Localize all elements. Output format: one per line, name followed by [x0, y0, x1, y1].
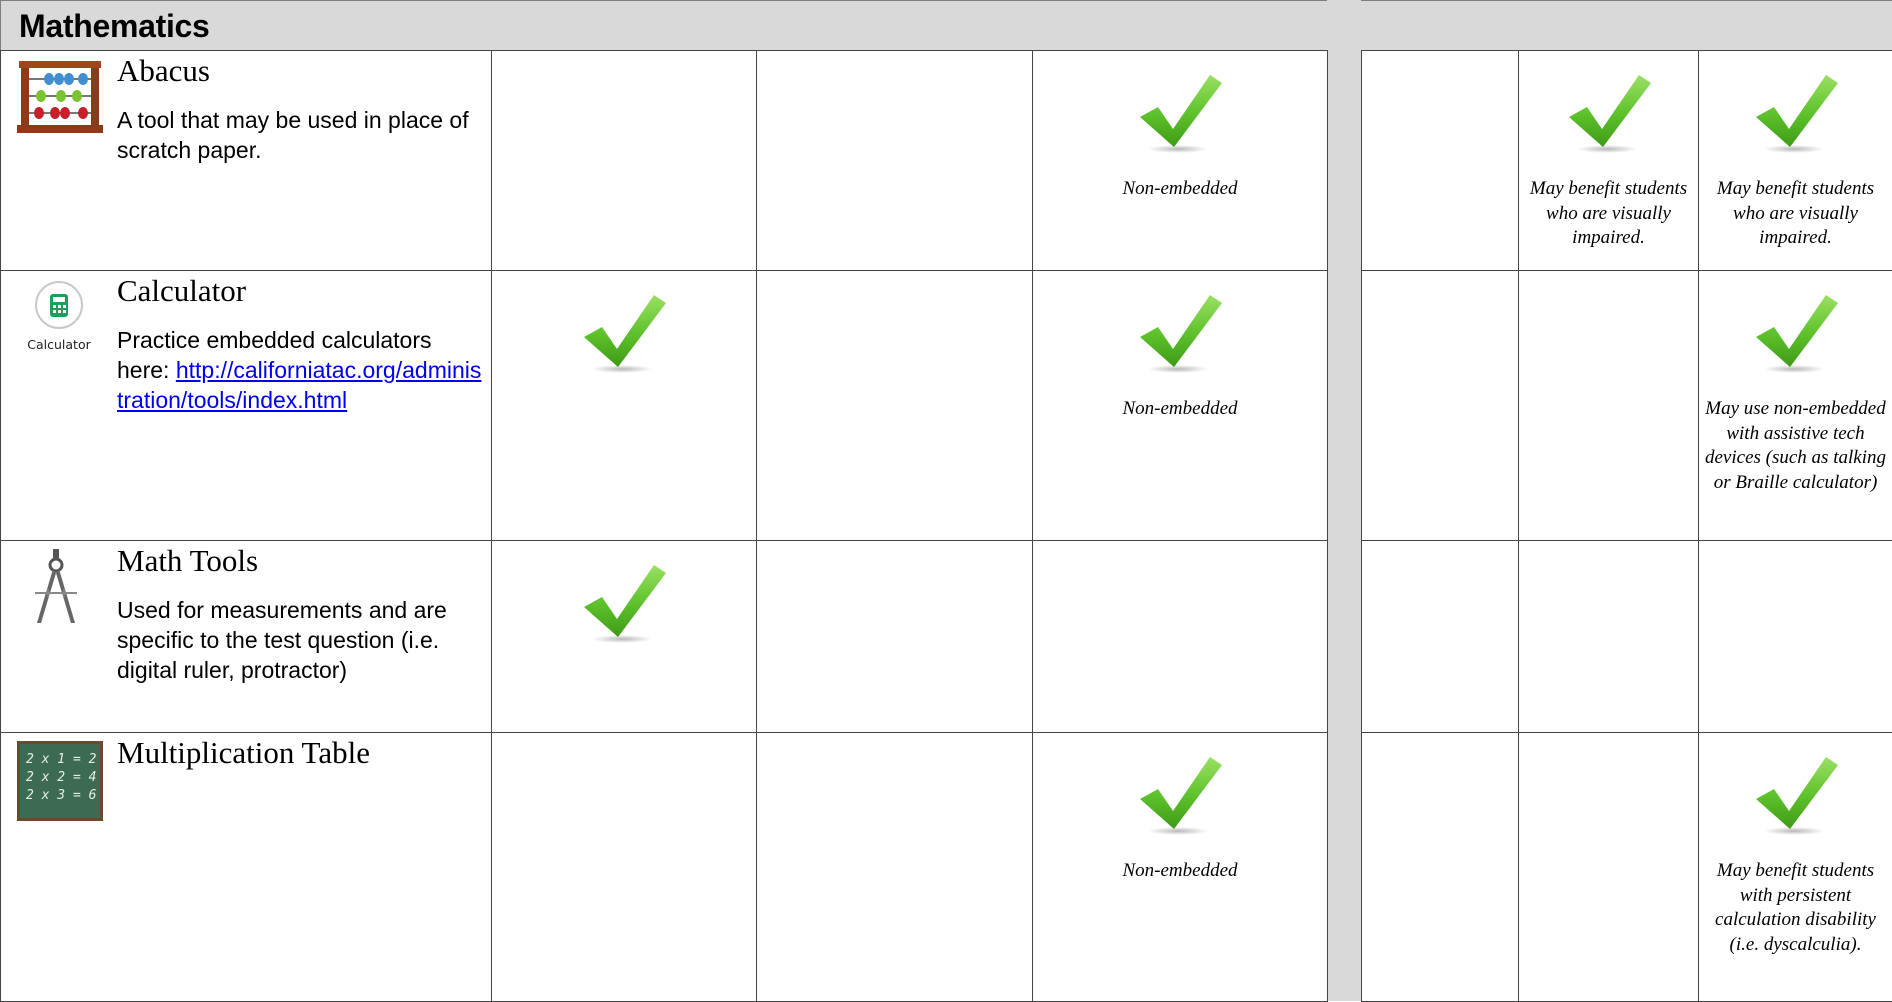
practice-calculators-link[interactable]: http://californiatac.org/administration/… — [117, 357, 481, 413]
cell-note: Non-embedded — [1037, 859, 1323, 884]
calculator-icon-label: Calculator — [27, 337, 91, 352]
tools-table-right: May benefit students who are visually im… — [1361, 50, 1892, 1002]
cell-r3-c6 — [1519, 541, 1699, 733]
cell-r4-c6 — [1519, 733, 1699, 1002]
cell-note: May use non-embedded with assistive tech… — [1703, 397, 1888, 495]
checkmark-icon — [582, 563, 666, 645]
calculator-icon: Calculator — [23, 277, 101, 353]
checkmark-icon — [1567, 73, 1651, 155]
section-header-bar-right — [1361, 0, 1892, 50]
cell-r4-c2 — [492, 733, 757, 1002]
tool-name: Math Tools — [117, 541, 258, 581]
cell-note: May benefit students with persistent cal… — [1703, 859, 1888, 957]
checkmark-icon — [582, 293, 666, 375]
cell-r3-c5 — [1362, 541, 1519, 733]
compass-icon — [31, 549, 81, 625]
table-row-calculator: Calculator Calculator Practice embedded … — [1, 271, 1328, 541]
chalkboard-line: 2 x 2 = 4 — [26, 770, 96, 785]
table-row-calculator: May use non-embedded with assistive tech… — [1362, 271, 1892, 541]
cell-note: May benefit students who are visually im… — [1703, 177, 1888, 251]
cell-r1-c7: May benefit students who are visually im… — [1699, 51, 1892, 271]
table-row-abacus: Abacus A tool that may be used in place … — [1, 51, 1328, 271]
abacus-icon — [17, 59, 103, 135]
table-row-multiplication-table: May benefit students with persistent cal… — [1362, 733, 1892, 1002]
section-title: Mathematics — [19, 5, 210, 47]
tool-cell-math-tools: Math Tools Used for measurements and are… — [1, 541, 492, 733]
cell-r2-c6 — [1519, 271, 1699, 541]
tool-name: Multiplication Table — [117, 733, 370, 773]
checkmark-icon — [1138, 755, 1222, 837]
tool-cell-multiplication-table: 2 x 1 = 2 2 x 2 = 4 2 x 3 = 6 Multiplica… — [1, 733, 492, 1002]
cell-r3-c7 — [1699, 541, 1892, 733]
cell-r2-c4: Non-embedded — [1033, 271, 1328, 541]
cell-r1-c4: Non-embedded — [1033, 51, 1328, 271]
chalkboard-icon: 2 x 1 = 2 2 x 2 = 4 2 x 3 = 6 — [17, 741, 103, 821]
cell-r2-c2 — [492, 271, 757, 541]
cell-r1-c6: May benefit students who are visually im… — [1519, 51, 1699, 271]
column-group-divider — [1327, 0, 1361, 1001]
cell-r4-c5 — [1362, 733, 1519, 1002]
cell-r1-c3 — [757, 51, 1033, 271]
checkmark-icon — [1138, 293, 1222, 375]
tool-description: A tool that may be used in place of scra… — [117, 105, 487, 165]
tool-description: Used for measurements and are specific t… — [117, 595, 487, 685]
cell-r3-c3 — [757, 541, 1033, 733]
table-row-multiplication-table: 2 x 1 = 2 2 x 2 = 4 2 x 3 = 6 Multiplica… — [1, 733, 1328, 1002]
cell-r2-c3 — [757, 271, 1033, 541]
table-row-abacus: May benefit students who are visually im… — [1362, 51, 1892, 271]
section-header-bar: Mathematics — [0, 0, 1327, 50]
tools-table-left: Abacus A tool that may be used in place … — [0, 50, 1328, 1002]
tool-description: Practice embedded calculators here: http… — [117, 325, 487, 415]
cell-r4-c4: Non-embedded — [1033, 733, 1328, 1002]
tool-name: Calculator — [117, 271, 246, 311]
cell-r2-c7: May use non-embedded with assistive tech… — [1699, 271, 1892, 541]
cell-note: Non-embedded — [1037, 177, 1323, 202]
tool-cell-calculator: Calculator Calculator Practice embedded … — [1, 271, 492, 541]
tool-name: Abacus — [117, 51, 210, 91]
tool-cell-abacus: Abacus A tool that may be used in place … — [1, 51, 492, 271]
chalkboard-line: 2 x 3 = 6 — [26, 788, 97, 803]
checkmark-icon — [1754, 755, 1838, 837]
cell-r1-c5 — [1362, 51, 1519, 271]
checkmark-icon — [1138, 73, 1222, 155]
table-row-math-tools: Math Tools Used for measurements and are… — [1, 541, 1328, 733]
checkmark-icon — [1754, 73, 1838, 155]
table-row-math-tools — [1362, 541, 1892, 733]
cell-r3-c2 — [492, 541, 757, 733]
cell-note: May benefit students who are visually im… — [1523, 177, 1694, 251]
cell-r2-c5 — [1362, 271, 1519, 541]
cell-r3-c4 — [1033, 541, 1328, 733]
cell-r4-c3 — [757, 733, 1033, 1002]
checkmark-icon — [1754, 293, 1838, 375]
cell-r1-c2 — [492, 51, 757, 271]
cell-note: Non-embedded — [1037, 397, 1323, 422]
chalkboard-line: 2 x 1 = 2 — [26, 752, 97, 767]
cell-r4-c7: May benefit students with persistent cal… — [1699, 733, 1892, 1002]
